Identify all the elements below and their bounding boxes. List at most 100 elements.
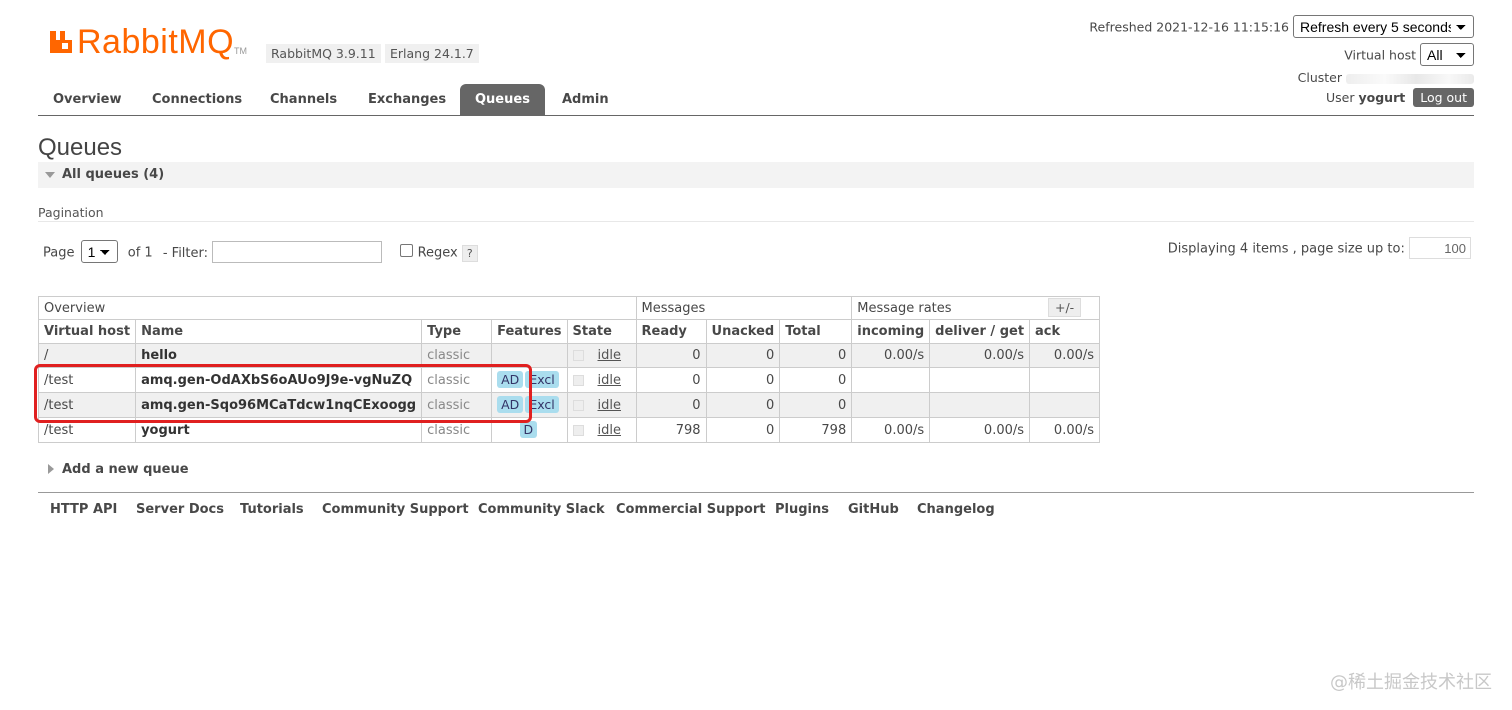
cell-unacked: 0 [705, 367, 781, 393]
cluster-name-redacted [1346, 73, 1474, 84]
all-queues-label: All queues (4) [62, 167, 165, 182]
tab-overview[interactable]: Overview [53, 84, 122, 115]
footer-link-commercial-support[interactable]: Commercial Support [616, 502, 766, 517]
state-indicator-icon [572, 350, 584, 361]
page-title: Queues [38, 134, 123, 161]
tab-channels[interactable]: Channels [270, 84, 337, 115]
refreshed-label: Refreshed [1089, 19, 1153, 35]
cell-ack: 0.00/s [1029, 417, 1101, 443]
all-queues-section-toggle[interactable]: All queues (4) [38, 162, 1474, 188]
state-text: idle [597, 397, 621, 413]
footer-link-github[interactable]: GitHub [848, 502, 899, 517]
vhost-select[interactable]: All [1420, 43, 1474, 66]
pagination-label: Pagination [38, 205, 104, 220]
vhost-label: Virtual host [1344, 47, 1417, 63]
main-nav: Overview Connections Channels Exchanges … [38, 84, 1474, 116]
trademark: TM [234, 46, 247, 56]
tab-queues[interactable]: Queues [460, 84, 545, 115]
footer-link-community-support[interactable]: Community Support [322, 502, 469, 517]
page-label: Page [43, 245, 75, 261]
cell-total: 0 [779, 343, 853, 368]
col-total[interactable]: Total [779, 319, 853, 344]
filter-input[interactable] [212, 241, 383, 263]
col-type[interactable]: Type [421, 319, 493, 344]
state-text: idle [597, 372, 621, 388]
col-state[interactable]: State [566, 319, 637, 344]
cell-state: idle [566, 367, 637, 393]
footer-link-server-docs[interactable]: Server Docs [136, 502, 224, 517]
erlang-version: Erlang 24.1.7 [385, 44, 479, 63]
cell-total: 798 [779, 417, 853, 443]
cell-ack [1029, 392, 1101, 418]
cell-deliver-get [929, 367, 1031, 393]
feature-badge-d: D [519, 421, 538, 438]
cell-total: 0 [779, 392, 853, 418]
pagination-controls: Page 1 of 1 - Filter: Regex ? [43, 240, 478, 263]
group-messages: Messages [635, 296, 853, 320]
regex-help-icon[interactable]: ? [461, 244, 478, 262]
expand-triangle-icon [48, 464, 54, 474]
cell-deliver-get [929, 392, 1031, 418]
divider [38, 221, 1474, 222]
cell-ready: 0 [635, 367, 707, 393]
cell-state: idle [566, 392, 637, 418]
col-name[interactable]: Name [135, 319, 423, 344]
rabbitmq-version: RabbitMQ 3.9.11 [266, 44, 381, 63]
footer-link-tutorials[interactable]: Tutorials [240, 502, 304, 517]
col-ack[interactable]: ack [1029, 319, 1101, 344]
refreshed-time: 2021-12-16 11:15:16 [1156, 19, 1290, 35]
column-toggle-button[interactable]: +/- [1048, 298, 1082, 317]
rabbitmq-logo-icon [50, 31, 72, 53]
refresh-interval-select[interactable]: Refresh every 5 seconds [1293, 15, 1474, 38]
col-features: Features [491, 319, 568, 344]
cell-incoming: 0.00/s [851, 417, 931, 443]
watermark: @稀土掘金技术社区 [1330, 672, 1492, 693]
footer-link-plugins[interactable]: Plugins [775, 502, 829, 517]
add-queue-label: Add a new queue [62, 462, 189, 477]
cell-state: idle [566, 343, 637, 368]
displaying-label: Displaying 4 items , page size up to: [1167, 241, 1405, 257]
tab-connections[interactable]: Connections [152, 84, 242, 115]
cell-unacked: 0 [705, 392, 781, 418]
page-select[interactable]: 1 [80, 240, 118, 263]
cell-ready: 798 [635, 417, 707, 443]
col-ready[interactable]: Ready [635, 319, 707, 344]
cell-deliver-get: 0.00/s [929, 343, 1031, 368]
cell-incoming [851, 367, 931, 393]
state-text: idle [597, 422, 621, 438]
brand-name: RabbitMQ [77, 23, 235, 61]
col-deliver-get[interactable]: deliver / get [929, 319, 1031, 344]
state-text: idle [597, 348, 621, 363]
cell-deliver-get: 0.00/s [929, 417, 1031, 443]
tab-admin[interactable]: Admin [562, 84, 609, 115]
footer-divider [38, 492, 1474, 493]
col-unacked[interactable]: Unacked [705, 319, 781, 344]
cell-incoming [851, 392, 931, 418]
footer-link-community-slack[interactable]: Community Slack [478, 502, 605, 517]
col-incoming[interactable]: incoming [851, 319, 931, 344]
cell-incoming: 0.00/s [851, 343, 931, 368]
group-overview: Overview [38, 296, 637, 320]
refresh-area: Refreshed 2021-12-16 11:15:16 Refresh ev… [1089, 15, 1474, 38]
collapse-triangle-icon [45, 172, 55, 178]
regex-checkbox[interactable] [400, 243, 414, 257]
cell-ready: 0 [635, 392, 707, 418]
cluster-area: Cluster [1298, 70, 1474, 85]
col-virtual-host[interactable]: Virtual host [37, 319, 137, 344]
cell-ready: 0 [635, 343, 707, 368]
cell-unacked: 0 [705, 343, 781, 368]
page-size-input[interactable] [1409, 237, 1471, 259]
footer-link-http-api[interactable]: HTTP API [50, 502, 117, 517]
cell-ack [1029, 367, 1101, 393]
footer-link-changelog[interactable]: Changelog [917, 502, 995, 517]
tab-exchanges[interactable]: Exchanges [368, 84, 446, 115]
state-indicator-icon [572, 399, 584, 411]
state-indicator-icon [572, 424, 584, 436]
cell-state: idle [566, 417, 637, 443]
cell-total: 0 [779, 367, 853, 393]
highlight-annotation [34, 364, 532, 423]
cluster-label: Cluster [1297, 70, 1343, 85]
vhost-area: Virtual host All [1344, 43, 1474, 66]
page-size-area: Displaying 4 items , page size up to: [1168, 237, 1471, 259]
cell-unacked: 0 [705, 417, 781, 443]
